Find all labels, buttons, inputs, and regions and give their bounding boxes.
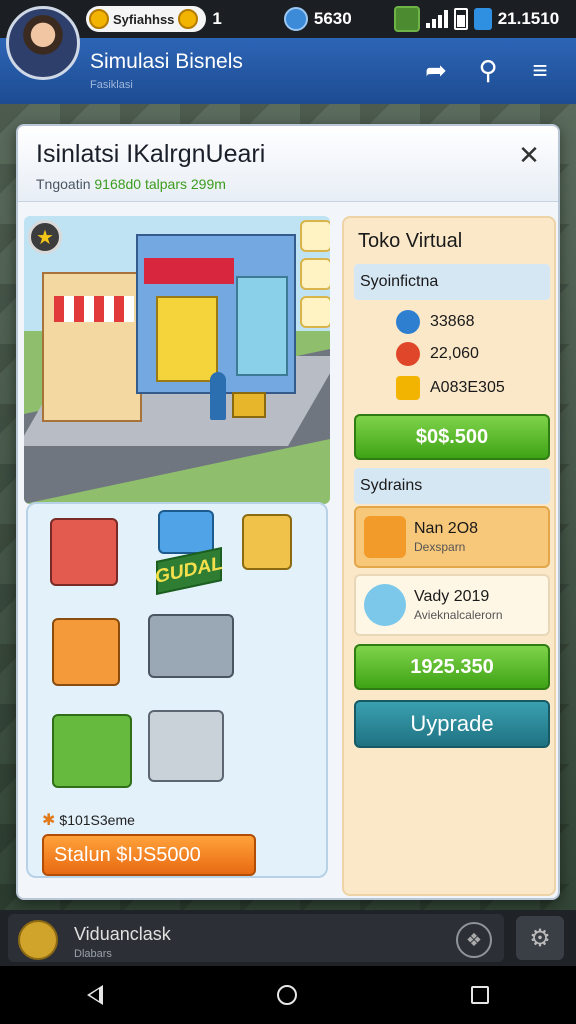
shopping-cart: [232, 392, 266, 418]
fridge-shelf: [236, 276, 288, 376]
back-icon[interactable]: [87, 985, 103, 1005]
clerk-folder-item[interactable]: [242, 514, 292, 570]
bottom-info-panel[interactable]: Viduanclask Dlabars ❖: [8, 914, 504, 962]
display-screen-item[interactable]: [158, 510, 214, 554]
market-stall: [42, 272, 142, 422]
app-subtitle: Fasiklasi: [90, 79, 133, 91]
toko-info-panel: Toko Virtual Syoinfictna 33868 22,060 A0…: [342, 216, 556, 896]
bottom-subtitle: Dlabars: [74, 948, 112, 960]
stat-row: 33868: [396, 310, 475, 334]
stat-value: A083E305: [430, 379, 505, 396]
scene-tools: [300, 220, 330, 328]
section-header-upgrades: Sydrains: [354, 468, 550, 504]
calendar-icon: [473, 8, 492, 30]
no-entry-icon: [396, 342, 420, 366]
clock-icon: [396, 310, 420, 334]
card-subtitle: Avieknalcalerorn: [414, 608, 503, 622]
shopper-figure: [210, 372, 226, 420]
card-subtitle: Dexsparn: [414, 540, 466, 554]
currency-chip[interactable]: Syfiahhss: [86, 6, 207, 32]
status-bar: Syfiahhss 1 5630 21.1510: [0, 0, 576, 38]
currency-chip-label: Syfiahhss: [113, 11, 175, 27]
price-button[interactable]: 1925.350: [354, 644, 550, 690]
shelf-icon[interactable]: [300, 258, 330, 290]
signal-icon: [425, 10, 448, 28]
section-header-stats: Syoinfictna: [354, 264, 550, 300]
upgrade-card-icon: [364, 516, 406, 558]
idea-card[interactable]: Vady 2019 Avieknalcalerorn: [354, 574, 550, 636]
items-note: ✱ $101S3eme: [42, 810, 135, 830]
modal-header: Isinlatsi IKalrgnUeari Tngoatin 9168d0 t…: [18, 126, 558, 202]
avatar[interactable]: [6, 6, 80, 80]
store-scene[interactable]: ★: [24, 216, 330, 504]
stat-row: 22,060: [396, 342, 479, 366]
stat-value: 22,060: [430, 345, 479, 362]
home-icon[interactable]: [277, 985, 297, 1005]
stat-row: A083E305: [396, 376, 505, 400]
stall-awning: [54, 296, 134, 322]
fruit-crate-item[interactable]: [52, 618, 120, 686]
store-sign: [144, 258, 234, 284]
coin-icon: [89, 9, 109, 29]
cart-shopper-item[interactable]: [148, 710, 224, 782]
compass-icon[interactable]: ❖: [456, 922, 492, 958]
upgrade-card[interactable]: Nan 2O8 Dexsparn: [354, 506, 550, 568]
gudal-sign: GUDAL: [155, 546, 223, 596]
produce-counter-item[interactable]: [50, 518, 118, 586]
coin-icon: [178, 9, 199, 29]
bottom-bar: Viduanclask Dlabars ❖ ⚙: [0, 910, 576, 966]
star-icon[interactable]: ★: [28, 220, 62, 254]
card-title: Nan 2O8: [414, 520, 479, 537]
close-icon[interactable]: ✕: [514, 140, 544, 170]
bottom-title: Viduanclask: [74, 924, 171, 944]
wrench-icon: [393, 6, 420, 32]
app-header: Simulasi Bisnels Fasiklasi ➦ ⚲ ≡: [0, 6, 576, 104]
menu-icon[interactable]: ≡: [524, 54, 556, 86]
coin-count: 1: [212, 9, 222, 28]
gem-icon: [283, 7, 308, 31]
upgrade-button[interactable]: Uyprade: [354, 700, 550, 748]
gear-icon[interactable]: ⚙: [516, 916, 564, 960]
stack-icon: [396, 376, 420, 400]
modal-subtitle-highlight: 9168d0 talpars 299m: [94, 176, 226, 192]
recent-apps-icon[interactable]: [471, 986, 489, 1004]
lightbulb-icon: [364, 584, 406, 626]
gem-count: 5630: [313, 9, 352, 28]
tray-icon[interactable]: [300, 296, 330, 328]
modal-title: Isinlatsi IKalrgnUeari: [36, 140, 266, 168]
vegetable-crate-item[interactable]: [52, 714, 132, 788]
share-icon[interactable]: ➦: [420, 54, 452, 86]
start-button[interactable]: Stalun $IJS5000: [42, 834, 256, 876]
stat-value: 33868: [430, 313, 475, 330]
worker-box-item[interactable]: [148, 614, 234, 678]
bottle-icon[interactable]: [300, 220, 330, 252]
bolt-icon: ✱: [42, 812, 56, 829]
buy-button[interactable]: $0$.500: [354, 414, 550, 460]
clock-time: 21.1510: [497, 9, 560, 28]
info-title: Toko Virtual: [358, 230, 463, 252]
store-door: [156, 296, 218, 382]
items-note-text: $101S3eme: [59, 812, 135, 828]
store-items-panel: GUDAL ✱ $101S3eme Stalun $IJS5000: [26, 502, 328, 878]
search-icon[interactable]: ⚲: [472, 54, 504, 86]
battery-icon: [453, 8, 468, 30]
android-nav-bar: [0, 966, 576, 1024]
trophy-icon: [18, 920, 58, 960]
app-title: Simulasi Bisnels: [90, 50, 243, 73]
modal-subtitle-prefix: Tngoatin: [36, 176, 95, 192]
modal-subtitle: Tngoatin 9168d0 talpars 299m: [36, 176, 226, 192]
business-modal: Isinlatsi IKalrgnUeari Tngoatin 9168d0 t…: [16, 124, 560, 900]
card-title: Vady 2019: [414, 588, 490, 605]
